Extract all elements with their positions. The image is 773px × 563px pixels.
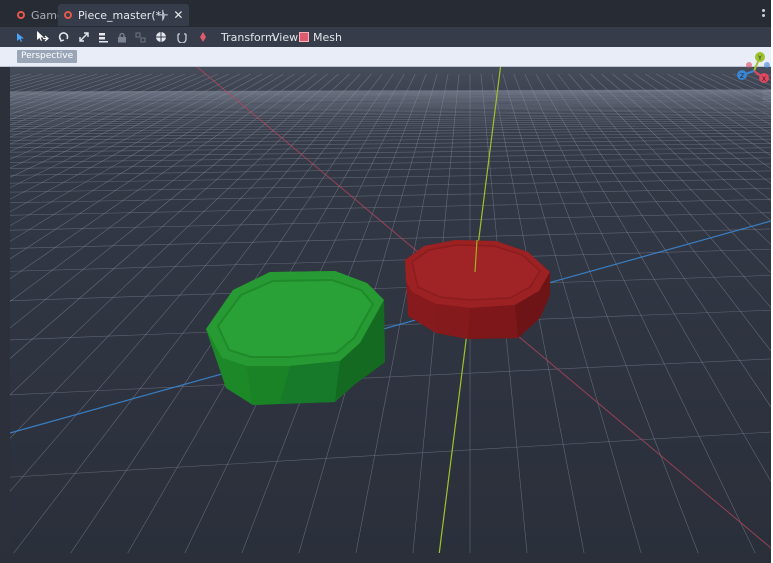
move-icon[interactable] <box>35 28 49 46</box>
viewport-header: Perspective <box>0 47 771 67</box>
tab-label: Piece_master(*) <box>78 8 166 22</box>
scene-tab-bar: Game Piece_master(*) ✕ + <box>0 0 771 27</box>
tab-piece-master[interactable]: Piece_master(*) ✕ <box>58 4 190 26</box>
rotate-icon[interactable] <box>57 28 71 46</box>
scale-icon[interactable] <box>77 28 91 46</box>
svg-text:Y: Y <box>757 55 762 62</box>
red-octagon-piece[interactable] <box>405 240 550 339</box>
snap-icon[interactable] <box>175 28 189 46</box>
add-tab-icon[interactable]: + <box>156 7 169 23</box>
mesh-menu-label: Mesh <box>313 30 342 44</box>
3d-viewport[interactable] <box>0 47 771 563</box>
local-space-icon[interactable] <box>154 28 168 46</box>
godot-editor: Game Piece_master(*) ✕ + Transform View … <box>0 0 771 563</box>
mesh-icon <box>299 32 309 42</box>
select-icon[interactable] <box>14 28 26 46</box>
mesh-menu[interactable]: Mesh <box>296 28 345 46</box>
orientation-gizmo[interactable]: Y X Z <box>733 51 771 91</box>
viewport-toolbar: Transform View Mesh <box>0 27 771 47</box>
perspective-menu-button[interactable]: Perspective <box>17 50 78 63</box>
viewport-left-margin <box>0 47 10 563</box>
light-icon[interactable] <box>196 28 210 46</box>
close-icon[interactable]: ✕ <box>173 8 183 22</box>
scene-icon <box>64 11 72 19</box>
more-options-icon[interactable] <box>762 9 765 19</box>
viewport-bottom-edge <box>0 553 771 563</box>
scene-icon <box>17 11 25 19</box>
svg-text:Z: Z <box>740 73 744 80</box>
lock-icon[interactable] <box>116 28 128 46</box>
svg-text:X: X <box>762 76 766 83</box>
group-icon[interactable] <box>134 28 146 46</box>
list-select-icon[interactable] <box>97 28 109 46</box>
